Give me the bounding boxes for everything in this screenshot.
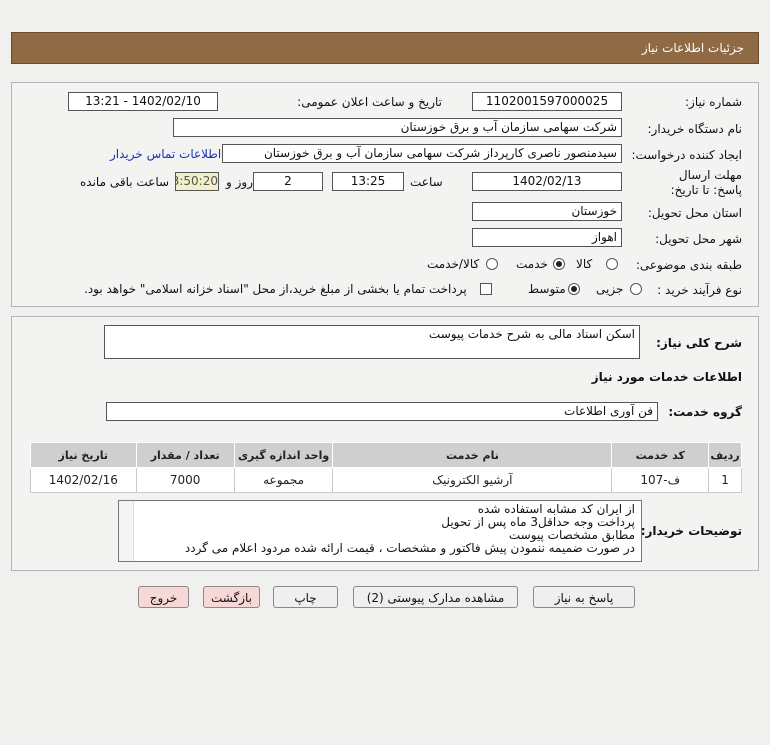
col-unit: واحد اندازه گیری	[233, 442, 334, 468]
announce-field: 1402/02/10 - 13:21	[68, 92, 218, 111]
remaining-label: ساعت باقی مانده	[80, 175, 170, 189]
requester-field: سیدمنصور ناصری کارپرداز شرکت سهامی سازما…	[222, 144, 622, 163]
process-minor-radio[interactable]	[630, 283, 642, 295]
table-row: 1 ف-107 آرشیو الکترونیک مجموعه 7000 1402…	[30, 467, 742, 493]
back-button[interactable]: بازگشت	[203, 586, 260, 608]
table-header-row: ردیف کد خدمت نام خدمت واحد اندازه گیری ت…	[30, 442, 742, 468]
buyer-contact-link[interactable]: اطلاعات تماس خریدار	[110, 147, 221, 161]
category-label: طبقه بندی موضوعی:	[635, 258, 742, 272]
summary-label: شرح کلی نیاز:	[656, 336, 742, 350]
view-attachments-button[interactable]: مشاهده مدارک پیوستی (2)	[353, 586, 518, 608]
reply-button[interactable]: پاسخ به نیاز	[533, 586, 635, 608]
service-group-field: فن آوری اطلاعات	[106, 402, 658, 421]
category-goods-service-label: کالا/خدمت	[427, 257, 480, 271]
category-service-radio[interactable]	[553, 258, 565, 270]
cell-quantity: 7000	[135, 467, 235, 493]
days-field: 2	[253, 172, 323, 191]
cell-row: 1	[708, 467, 742, 493]
cell-service-code: ف-107	[611, 467, 710, 493]
page-title: جزئیات اطلاعات نیاز	[641, 41, 744, 55]
deadline-time-field: 13:25	[332, 172, 404, 191]
col-quantity: تعداد / مقدار	[135, 442, 235, 468]
col-row: ردیف	[708, 442, 742, 468]
summary-field: اسکن اسناد مالی به شرح خدمات پیوست	[104, 325, 640, 359]
buyer-notes-box[interactable]: از ایران کد مشابه استفاده شده پرداخت وجه…	[118, 500, 642, 562]
cell-need-date: 1402/02/16	[30, 467, 137, 493]
exit-button[interactable]: خروج	[138, 586, 189, 608]
deadline-label: مهلت ارسال پاسخ: تا تاریخ:	[670, 168, 742, 197]
treasury-payment-note: پرداخت تمام یا بخشی از مبلغ خرید،از محل …	[84, 282, 467, 296]
announce-label: تاریخ و ساعت اعلان عمومی:	[297, 95, 442, 109]
province-label: استان محل تحویل:	[647, 206, 742, 220]
category-service-label: خدمت	[516, 257, 548, 271]
category-goods-radio[interactable]	[606, 258, 618, 270]
print-button[interactable]: چاپ	[273, 586, 338, 608]
col-service-code: کد خدمت	[611, 442, 710, 468]
notes-line: در صورت ضمیمه ننمودن پیش فاکتور و مشخصات…	[184, 541, 635, 555]
notes-label: توضیحات خریدار:	[640, 524, 742, 538]
page-header: جزئیات اطلاعات نیاز	[11, 32, 759, 64]
need-info-panel	[11, 82, 759, 307]
services-heading: اطلاعات خدمات مورد نیاز	[591, 370, 742, 384]
notes-scrollbar[interactable]	[119, 501, 134, 561]
col-service-name: نام خدمت	[332, 442, 613, 468]
buyer-org-field: شرکت سهامی سازمان آب و برق خوزستان	[173, 118, 622, 137]
process-medium-label: متوسط	[528, 282, 566, 296]
need-number-label: شماره نیاز:	[685, 95, 742, 109]
province-field: خوزستان	[472, 202, 622, 221]
deadline-time-label: ساعت	[410, 175, 443, 189]
days-label: روز و	[226, 175, 253, 189]
process-label: نوع فرآیند خرید :	[657, 283, 742, 297]
process-minor-label: جزیی	[596, 282, 624, 296]
city-field: اهواز	[472, 228, 622, 247]
process-medium-radio[interactable]	[568, 283, 580, 295]
need-number-field: 1102001597000025	[472, 92, 622, 111]
requester-label: ایجاد کننده درخواست:	[631, 148, 742, 162]
category-goods-label: کالا	[576, 257, 593, 271]
remaining-time-field: 23:50:20	[175, 172, 219, 191]
services-table: ردیف کد خدمت نام خدمت واحد اندازه گیری ت…	[30, 442, 742, 493]
col-need-date: تاریخ نیاز	[30, 442, 137, 468]
treasury-payment-checkbox[interactable]	[480, 283, 492, 295]
city-label: شهر محل تحویل:	[655, 232, 742, 246]
buyer-org-label: نام دستگاه خریدار:	[647, 122, 743, 136]
deadline-date-field: 1402/02/13	[472, 172, 622, 191]
service-group-label: گروه خدمت:	[668, 405, 742, 419]
cell-unit: مجموعه	[233, 467, 334, 493]
cell-service-name: آرشیو الکترونیک	[332, 467, 613, 493]
category-goods-service-radio[interactable]	[486, 258, 498, 270]
